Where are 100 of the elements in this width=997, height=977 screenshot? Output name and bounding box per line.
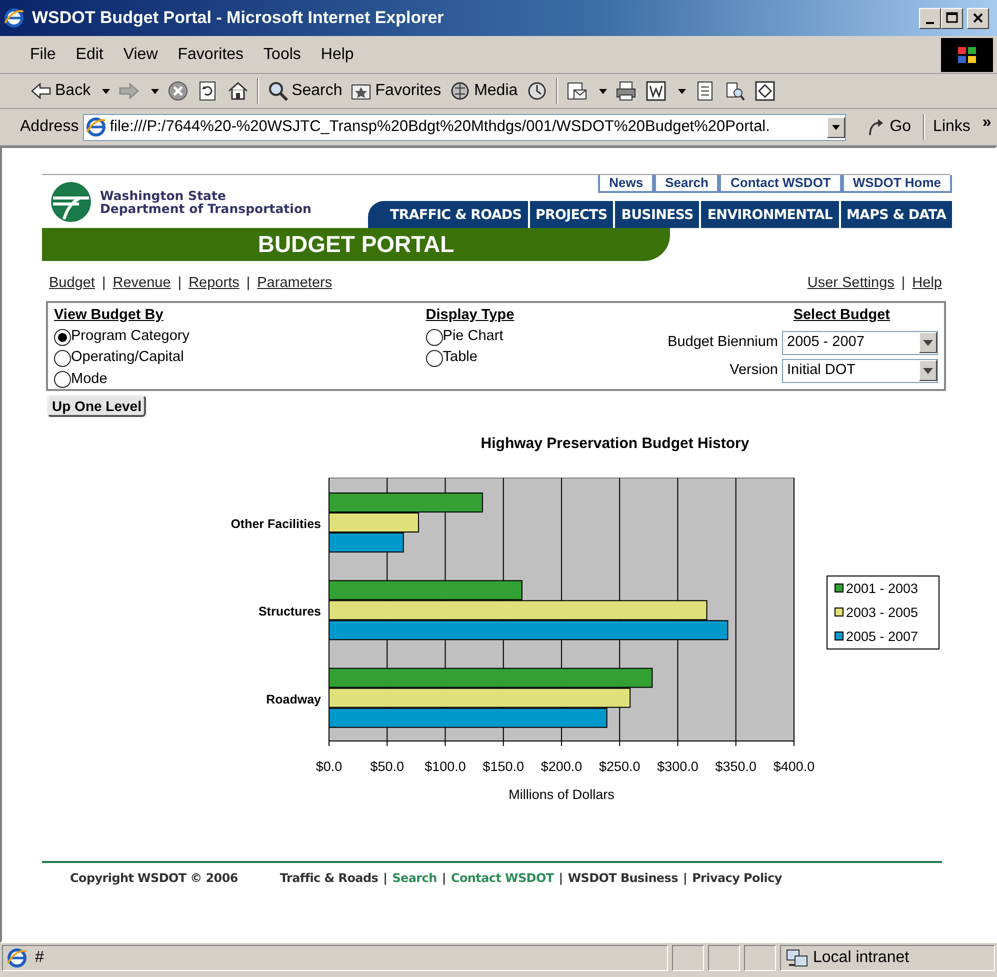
link-separator: | [245,274,252,293]
nav-link[interactable]: Parameters [257,273,332,295]
dropdown-field[interactable]: Initial DOT [782,358,938,382]
footer-link[interactable]: Contact WSDOT [450,869,554,888]
stop-icon [166,80,189,102]
tick-label: $100.0 [424,759,466,774]
edit-icon [644,80,667,102]
tick-label: $50.0 [370,759,404,774]
tick-label: $350.0 [715,759,757,774]
radio-button[interactable] [426,350,443,366]
menu-item[interactable]: Help [310,42,364,66]
close-button[interactable] [967,8,989,28]
radio-button[interactable] [54,328,71,346]
link-separator: | [558,870,564,888]
footer-link[interactable]: Privacy Policy [692,869,782,888]
link-separator: | [682,870,688,888]
back-icon [30,80,52,102]
nav-link[interactable]: Help [912,273,942,295]
field-label: Version [730,360,778,380]
nav-tab[interactable]: MAPS & DATA [840,201,952,228]
nav-tab[interactable]: ENVIRONMENTAL [701,201,838,228]
menu-item[interactable]: Edit [66,42,114,66]
section-heading: Display Type [426,306,516,325]
page-icon [7,948,27,968]
top-nav-link[interactable]: WSDOT Home [842,175,952,193]
section-heading: Select Budget [793,306,890,325]
footer-link[interactable]: Search [392,869,437,888]
caret-icon [678,88,686,94]
caret-icon [102,88,110,94]
link-separator: | [382,870,388,888]
menu-item[interactable]: File [20,42,66,66]
radio-label: Mode [71,370,108,389]
nav-tab[interactable]: TRAFFIC & ROADS [368,201,528,228]
status-pane [708,945,740,971]
page-icon [86,117,106,137]
radio-button[interactable] [54,350,71,366]
tick-label: $300.0 [657,759,698,774]
zone-text: Local intranet [813,948,910,968]
nav-link[interactable]: User Settings [807,273,894,295]
dropdown-button[interactable] [826,116,845,138]
window-title: WSDOT Budget Portal - Microsoft Internet Explorer [32,7,445,30]
agency-logo-icon [50,180,92,222]
maximize-button[interactable] [941,8,963,28]
minimize-button[interactable] [919,8,941,28]
legend-label: 2001 - 2003 [846,581,918,596]
status-text: # [35,948,44,968]
search-button[interactable]: Search [262,79,346,103]
radio-button[interactable] [426,328,443,346]
mail-icon [566,80,588,102]
radio-label: Operating/Capital [71,348,184,368]
links-label[interactable]: Links [933,115,970,139]
address-field[interactable]: file:///P:/7644%20-%20WSJTC_Transp%20Bdgt%20Mthdgs/001/WSDOT%20Budget%20Portal. [82,114,846,140]
category-label: Structures [258,604,321,619]
top-nav-link[interactable]: Contact WSDOT [719,175,842,193]
top-nav-link[interactable]: News [598,175,654,193]
category-label: Roadway [266,692,321,707]
print-icon [614,80,637,102]
network-icon [785,947,809,969]
nav-link[interactable]: Reports [188,273,240,295]
field-label: Budget Biennium [668,332,778,352]
favorites-button[interactable]: Favorites [346,79,446,103]
media-icon [449,80,472,102]
page-banner: BUDGET PORTAL [42,228,670,261]
go-button[interactable]: Go [866,115,912,139]
chart-title: Highway Preservation Budget History [480,435,750,452]
history-icon [526,80,548,102]
section-heading: View Budget By [54,306,164,325]
nav-link[interactable]: Budget [49,273,95,295]
status-pane [744,945,776,971]
radio-label: Table [442,348,478,368]
footer-link[interactable]: Traffic & Roads [280,869,378,888]
tick-label: $0.0 [316,759,342,774]
tick-label: $250.0 [598,759,640,774]
legend-label: 2003 - 2005 [846,605,918,620]
links-chevron[interactable]: » [982,111,992,135]
tick-label: $200.0 [540,759,582,774]
radio-button[interactable] [54,371,71,388]
nav-link[interactable]: Revenue [112,273,171,295]
minimize-icon [926,22,934,24]
media-button[interactable]: Media [445,79,522,103]
browser-icon [4,8,24,28]
dropdown-field[interactable]: 2005 - 2007 [782,330,938,354]
footer-link[interactable]: WSDOT Business [568,869,678,888]
top-nav-link[interactable]: Search [654,175,720,193]
home-icon [226,80,249,102]
maximize-icon [945,11,959,25]
menu-item[interactable]: Tools [254,42,311,66]
legend-label: 2005 - 2007 [846,629,918,644]
back-button[interactable]: Back [26,79,114,103]
nav-tab[interactable]: PROJECTS [530,201,614,228]
caret-icon [832,124,840,130]
link-separator: | [900,274,906,293]
menu-item[interactable]: View [113,42,168,66]
menu-item[interactable]: Favorites [168,42,254,66]
up-one-level-button[interactable]: Up One Level [47,394,146,417]
windows-logo-icon [941,38,993,72]
nav-tab[interactable]: BUSINESS [615,201,700,228]
link-separator: | [440,870,447,888]
link-separator: | [176,274,183,293]
caret-icon [598,88,607,94]
